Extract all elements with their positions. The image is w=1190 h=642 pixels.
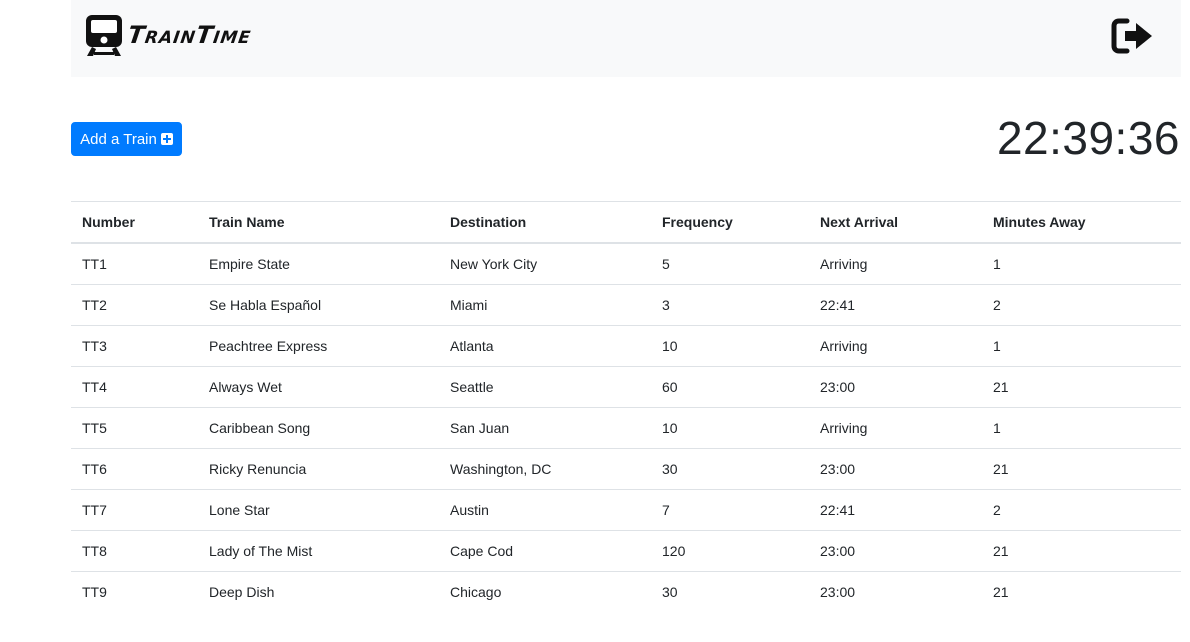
cell-destination: Atlanta xyxy=(439,325,651,367)
cell-number: TT9 xyxy=(71,571,198,612)
cell-train-name: Always Wet xyxy=(198,366,439,408)
cell-frequency: 120 xyxy=(651,530,809,572)
train-icon xyxy=(86,15,122,56)
brand-logo[interactable]: TRAINTIME xyxy=(84,13,253,57)
table-row: TT7 Lone Star Austin 7 22:41 2 xyxy=(71,489,1181,531)
cell-destination: Austin xyxy=(439,489,651,531)
cell-number: TT6 xyxy=(71,448,198,490)
table-row: TT1 Empire State New York City 5 Arrivin… xyxy=(71,242,1181,285)
cell-number: TT8 xyxy=(71,530,198,572)
cell-train-name: Ricky Renuncia xyxy=(198,448,439,490)
cell-destination: Washington, DC xyxy=(439,448,651,490)
cell-train-name: Empire State xyxy=(198,242,439,285)
column-header-frequency: Frequency xyxy=(651,201,809,244)
column-header-destination: Destination xyxy=(439,201,651,244)
cell-destination: Seattle xyxy=(439,366,651,408)
cell-number: TT1 xyxy=(71,242,198,285)
table-row: TT4 Always Wet Seattle 60 23:00 21 xyxy=(71,366,1181,408)
column-header-next-arrival: Next Arrival xyxy=(809,201,982,244)
column-header-minutes-away: Minutes Away xyxy=(982,201,1181,244)
cell-destination: Chicago xyxy=(439,571,651,612)
table-row: TT3 Peachtree Express Atlanta 10 Arrivin… xyxy=(71,325,1181,367)
cell-minutes-away: 21 xyxy=(982,571,1181,612)
page: TRAINTIME Add a Train 22:39:36 Number Tr… xyxy=(0,0,1190,642)
cell-number: TT3 xyxy=(71,325,198,367)
cell-train-name: Peachtree Express xyxy=(198,325,439,367)
current-time: 22:39:36 xyxy=(996,112,1180,164)
cell-frequency: 30 xyxy=(651,571,809,612)
add-train-button[interactable]: Add a Train xyxy=(71,122,182,156)
train-schedule-table: Number Train Name Destination Frequency … xyxy=(71,201,1181,612)
cell-frequency: 5 xyxy=(651,242,809,285)
column-header-number: Number xyxy=(71,201,198,244)
cell-minutes-away: 1 xyxy=(982,407,1181,449)
cell-next-arrival: Arriving xyxy=(809,242,982,285)
navbar: TRAINTIME xyxy=(71,0,1181,77)
sign-out-icon xyxy=(1111,18,1152,54)
table-row: TT2 Se Habla Español Miami 3 22:41 2 xyxy=(71,284,1181,326)
cell-next-arrival: 23:00 xyxy=(809,366,982,408)
cell-frequency: 10 xyxy=(651,325,809,367)
cell-frequency: 7 xyxy=(651,489,809,531)
cell-frequency: 60 xyxy=(651,366,809,408)
column-header-train-name: Train Name xyxy=(198,201,439,244)
table-row: TT8 Lady of The Mist Cape Cod 120 23:00 … xyxy=(71,530,1181,572)
cell-minutes-away: 1 xyxy=(982,325,1181,367)
cell-frequency: 10 xyxy=(651,407,809,449)
cell-minutes-away: 21 xyxy=(982,530,1181,572)
cell-train-name: Se Habla Español xyxy=(198,284,439,326)
cell-train-name: Lady of The Mist xyxy=(198,530,439,572)
cell-number: TT4 xyxy=(71,366,198,408)
cell-minutes-away: 21 xyxy=(982,366,1181,408)
table-row: TT6 Ricky Renuncia Washington, DC 30 23:… xyxy=(71,448,1181,490)
cell-next-arrival: 22:41 xyxy=(809,489,982,531)
cell-next-arrival: 23:00 xyxy=(809,448,982,490)
cell-train-name: Lone Star xyxy=(198,489,439,531)
table-header-row: Number Train Name Destination Frequency … xyxy=(71,201,1181,244)
cell-destination: San Juan xyxy=(439,407,651,449)
cell-next-arrival: 23:00 xyxy=(809,530,982,572)
brand-name: TRAINTIME xyxy=(126,21,253,49)
table-row: TT9 Deep Dish Chicago 30 23:00 21 xyxy=(71,571,1181,612)
cell-number: TT7 xyxy=(71,489,198,531)
plus-square-icon xyxy=(160,133,173,145)
cell-number: TT2 xyxy=(71,284,198,326)
cell-minutes-away: 2 xyxy=(982,489,1181,531)
cell-destination: New York City xyxy=(439,242,651,285)
cell-number: TT5 xyxy=(71,407,198,449)
cell-next-arrival: 23:00 xyxy=(809,571,982,612)
cell-destination: Miami xyxy=(439,284,651,326)
cell-train-name: Caribbean Song xyxy=(198,407,439,449)
cell-minutes-away: 1 xyxy=(982,242,1181,285)
cell-next-arrival: 22:41 xyxy=(809,284,982,326)
cell-train-name: Deep Dish xyxy=(198,571,439,612)
cell-frequency: 3 xyxy=(651,284,809,326)
add-train-label: Add a Train xyxy=(80,130,157,148)
cell-frequency: 30 xyxy=(651,448,809,490)
sign-out-button[interactable] xyxy=(1111,17,1155,55)
cell-next-arrival: Arriving xyxy=(809,407,982,449)
cell-minutes-away: 21 xyxy=(982,448,1181,490)
cell-minutes-away: 2 xyxy=(982,284,1181,326)
cell-destination: Cape Cod xyxy=(439,530,651,572)
table-row: TT5 Caribbean Song San Juan 10 Arriving … xyxy=(71,407,1181,449)
cell-next-arrival: Arriving xyxy=(809,325,982,367)
